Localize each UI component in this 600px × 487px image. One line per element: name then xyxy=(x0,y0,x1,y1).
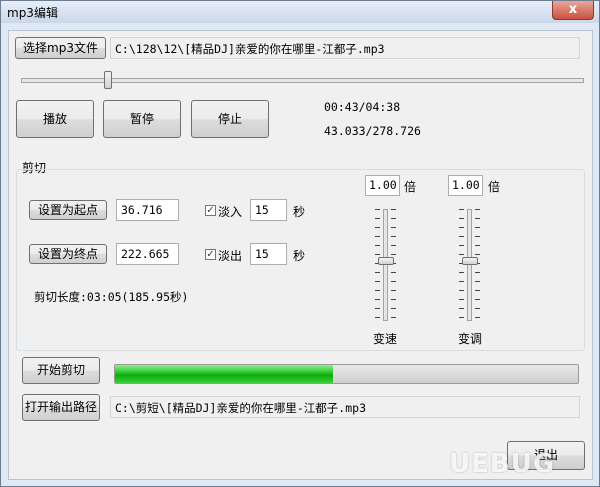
fade-out-unit: 秒 xyxy=(293,249,306,263)
select-mp3-button[interactable]: 选择mp3文件 xyxy=(15,37,106,59)
cut-progress-bar xyxy=(114,364,579,384)
set-start-button[interactable]: 设置为起点 xyxy=(29,200,107,220)
output-path-field: C:\剪短\[精品DJ]亲爱的你在哪里-江都子.mp3 xyxy=(110,396,580,418)
pitch-slider-thumb[interactable] xyxy=(462,257,478,265)
time-display: 00:43/04:38 xyxy=(324,100,401,114)
pitch-unit: 倍 xyxy=(488,180,501,194)
watermark-logo: UEBUG xyxy=(449,449,556,479)
fade-out-field[interactable]: 15 xyxy=(250,243,287,265)
mp3-edit-window: mp3编辑 x 选择mp3文件 C:\128\12\[精品DJ]亲爱的你在哪里-… xyxy=(0,0,600,487)
window-title: mp3编辑 xyxy=(7,6,58,20)
start-cut-button[interactable]: 开始剪切 xyxy=(22,357,100,384)
fade-in-label: 淡入 xyxy=(218,205,243,219)
speed-unit: 倍 xyxy=(404,180,417,194)
speed-slider-track[interactable] xyxy=(383,209,388,321)
close-icon: x xyxy=(568,2,578,17)
pitch-value-field[interactable]: 1.00 xyxy=(448,175,483,196)
fade-in-checkbox[interactable]: ✓ xyxy=(205,205,216,216)
play-button[interactable]: 播放 xyxy=(16,100,94,138)
close-button[interactable]: x xyxy=(552,1,594,20)
position-slider-thumb[interactable] xyxy=(103,71,112,89)
speed-value-field[interactable]: 1.00 xyxy=(365,175,400,196)
set-end-button[interactable]: 设置为终点 xyxy=(29,244,107,264)
speed-slider-thumb[interactable] xyxy=(378,257,394,265)
pitch-label: 变调 xyxy=(458,332,483,346)
start-value-field[interactable]: 36.716 xyxy=(116,199,179,221)
open-output-path-button[interactable]: 打开输出路径 xyxy=(22,394,100,421)
pitch-slider-track[interactable] xyxy=(467,209,472,321)
title-bar: mp3编辑 x xyxy=(1,1,599,23)
fade-in-unit: 秒 xyxy=(293,205,306,219)
fade-out-checkbox[interactable]: ✓ xyxy=(205,249,216,260)
speed-label: 变速 xyxy=(373,332,398,346)
seconds-display: 43.033/278.726 xyxy=(324,124,421,138)
pause-button[interactable]: 暂停 xyxy=(103,100,181,138)
cut-length-text: 剪切长度:03:05(185.95秒) xyxy=(34,290,189,304)
fade-out-label: 淡出 xyxy=(218,249,243,263)
stop-button[interactable]: 停止 xyxy=(191,100,269,138)
input-path-field: C:\128\12\[精品DJ]亲爱的你在哪里-江都子.mp3 xyxy=(110,37,580,59)
client-area: 选择mp3文件 C:\128\12\[精品DJ]亲爱的你在哪里-江都子.mp3 … xyxy=(8,30,593,480)
end-value-field[interactable]: 222.665 xyxy=(116,243,179,265)
fade-in-field[interactable]: 15 xyxy=(250,199,287,221)
cut-progress-fill xyxy=(115,365,333,383)
